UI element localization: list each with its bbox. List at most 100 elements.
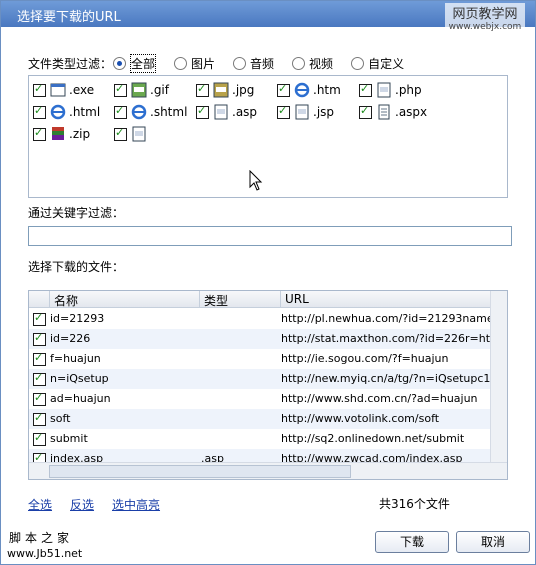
type-htm[interactable]: .htm xyxy=(277,82,341,98)
column-header-type[interactable]: 类型 xyxy=(204,292,228,309)
checkbox[interactable] xyxy=(359,82,372,97)
table-row[interactable]: submit http://sq2.onlinedown.net/submit xyxy=(29,429,491,449)
type-other[interactable] xyxy=(114,126,150,142)
type-label: .aspx xyxy=(395,105,428,119)
ie-file-icon xyxy=(131,104,147,120)
cell-url: http://ie.sogou.com/?f=huajun xyxy=(281,352,449,365)
type-php[interactable]: .php xyxy=(359,82,422,98)
column-header-url[interactable]: URL xyxy=(285,292,309,306)
highlight-selected-link[interactable]: 选中高亮 xyxy=(112,496,160,513)
row-checkbox[interactable] xyxy=(33,351,46,366)
type-exe[interactable]: .exe xyxy=(33,82,94,98)
type-asp[interactable]: .asp xyxy=(196,104,257,120)
vertical-scrollbar[interactable] xyxy=(490,291,507,463)
radio-images[interactable]: 图片 xyxy=(174,55,215,72)
select-all-link[interactable]: 全选 xyxy=(28,496,52,513)
watermark-top: 网页教学网 www.webjx.com xyxy=(445,3,525,33)
row-checkbox[interactable] xyxy=(33,311,46,326)
jpg-file-icon xyxy=(213,82,229,98)
checkbox[interactable] xyxy=(33,126,46,141)
mouse-cursor-icon xyxy=(249,170,263,191)
type-zip[interactable]: .zip xyxy=(33,126,90,142)
type-label: .php xyxy=(395,83,422,97)
window-title: 选择要下载的URL xyxy=(17,10,121,25)
invert-selection-link[interactable]: 反选 xyxy=(70,496,94,513)
keyword-filter-input[interactable] xyxy=(28,226,512,246)
checkbox[interactable] xyxy=(277,104,290,119)
horizontal-scroll-thumb[interactable] xyxy=(49,465,351,478)
keyword-filter-label: 通过关键字过滤： xyxy=(28,206,125,220)
checkbox[interactable] xyxy=(114,126,127,141)
ie-file-icon xyxy=(294,82,310,98)
watermark-top-line2: www.webjx.com xyxy=(445,22,525,32)
watermark-top-line1: 网页教学网 xyxy=(445,3,525,22)
cancel-button[interactable]: 取消 xyxy=(456,531,530,553)
radio-all-label: 全部 xyxy=(130,54,157,73)
watermark-bottom: 脚本之家 www.Jb51.net xyxy=(1,525,91,561)
radio-dot-icon xyxy=(351,57,365,70)
gif-file-icon xyxy=(131,82,147,98)
radio-audio-label: 音频 xyxy=(250,57,275,71)
type-label: .shtml xyxy=(150,105,188,119)
checkbox[interactable] xyxy=(33,82,46,97)
cell-name: submit xyxy=(50,432,88,445)
file-type-filter-label: 文件类型过滤： xyxy=(28,57,113,71)
watermark-bottom-line2: www.Jb51.net xyxy=(7,547,83,560)
cell-url: http://www.votolink.com/soft xyxy=(281,412,440,425)
download-button[interactable]: 下载 xyxy=(375,531,449,553)
type-label: .zip xyxy=(69,127,91,141)
cell-url: http://pl.newhua.com/?id=21293name=Moz xyxy=(281,312,491,325)
type-label: .jsp xyxy=(313,105,335,119)
type-jpg[interactable]: .jpg xyxy=(196,82,254,98)
cell-url: http://stat.maxthon.com/?id=226r=http:// xyxy=(281,332,491,345)
checkbox[interactable] xyxy=(359,104,372,119)
row-checkbox[interactable] xyxy=(33,391,46,406)
row-checkbox[interactable] xyxy=(33,331,46,346)
checkbox[interactable] xyxy=(196,104,209,119)
row-checkbox[interactable] xyxy=(33,371,46,386)
column-header-name[interactable]: 名称 xyxy=(54,292,78,309)
type-html[interactable]: .html xyxy=(33,104,100,120)
download-url-dialog: 选择要下载的URL 网页教学网 www.webjx.com 文件类型过滤： 全部… xyxy=(0,0,536,565)
type-aspx[interactable]: .aspx xyxy=(359,104,427,120)
exe-file-icon xyxy=(50,83,66,97)
row-checkbox[interactable] xyxy=(33,411,46,426)
checkbox[interactable] xyxy=(114,104,127,119)
horizontal-scrollbar[interactable] xyxy=(29,462,507,479)
checkbox[interactable] xyxy=(33,104,46,119)
type-label: .html xyxy=(69,105,101,119)
cell-url: http://www.shd.com.cn/?ad=huajun xyxy=(281,392,478,405)
radio-all[interactable]: 全部 xyxy=(113,54,157,73)
type-label: .exe xyxy=(69,83,95,97)
document-file-icon xyxy=(377,82,391,98)
column-separator xyxy=(280,291,281,307)
table-row[interactable]: soft http://www.votolink.com/soft xyxy=(29,409,491,429)
table-row[interactable]: id=226 http://stat.maxthon.com/?id=226r=… xyxy=(29,329,491,349)
type-label: .gif xyxy=(150,83,169,97)
cell-name: f=huajun xyxy=(50,352,101,365)
cell-url: http://new.myiq.cn/a/tg/?n=iQsetupc1=386 xyxy=(281,372,491,385)
table-row[interactable]: f=huajun http://ie.sogou.com/?f=huajun xyxy=(29,349,491,369)
radio-audio[interactable]: 音频 xyxy=(233,55,274,72)
row-checkbox[interactable] xyxy=(33,431,46,446)
radio-custom[interactable]: 自定义 xyxy=(351,55,404,72)
archive-file-icon xyxy=(52,127,64,140)
radio-dot-icon xyxy=(113,57,126,70)
table-row[interactable]: ad=huajun http://www.shd.com.cn/?ad=huaj… xyxy=(29,389,491,409)
table-row[interactable]: id=21293 http://pl.newhua.com/?id=21293n… xyxy=(29,309,491,329)
column-separator xyxy=(49,291,50,307)
checkbox[interactable] xyxy=(277,82,290,97)
ie-file-icon xyxy=(50,104,66,120)
radio-dot-icon xyxy=(174,57,188,70)
type-gif[interactable]: .gif xyxy=(114,82,169,98)
type-shtml[interactable]: .shtml xyxy=(114,104,187,120)
checkbox[interactable] xyxy=(114,82,127,97)
radio-dot-icon xyxy=(233,57,247,70)
type-jsp[interactable]: .jsp xyxy=(277,104,334,120)
radio-video[interactable]: 视频 xyxy=(292,55,333,72)
radio-video-label: 视频 xyxy=(309,57,334,71)
type-label: .asp xyxy=(232,105,258,119)
table-row[interactable]: n=iQsetup http://new.myiq.cn/a/tg/?n=iQs… xyxy=(29,369,491,389)
file-count: 共316个文件 xyxy=(379,497,450,511)
checkbox[interactable] xyxy=(196,82,209,97)
